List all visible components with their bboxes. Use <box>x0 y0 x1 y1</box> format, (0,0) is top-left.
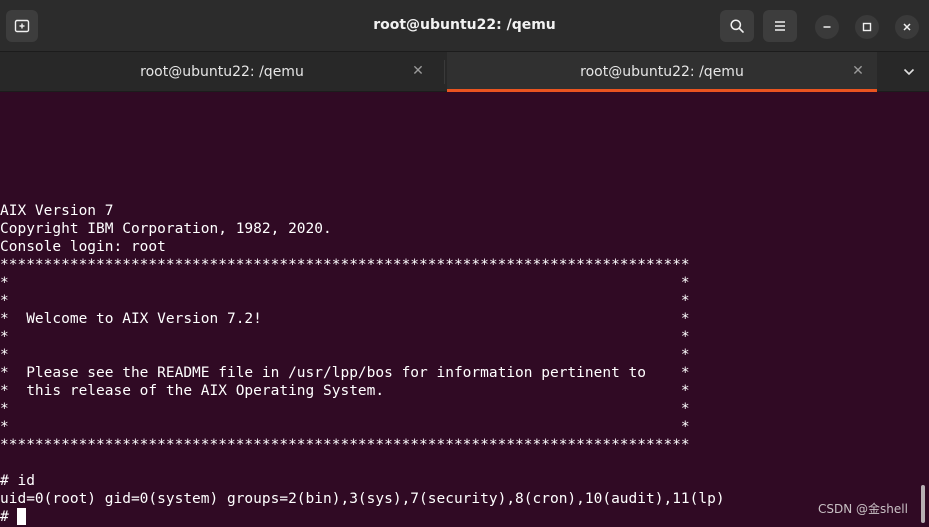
new-tab-button[interactable] <box>6 10 38 42</box>
tab-close-icon[interactable]: ✕ <box>849 62 867 80</box>
terminal-line: * Please see the README file in /usr/lpp… <box>0 365 690 381</box>
terminal-line: # <box>0 508 725 526</box>
minimize-icon <box>822 22 832 32</box>
tab-bar: root@ubuntu22: /qemu ✕ root@ubuntu22: /q… <box>0 52 929 92</box>
maximize-button[interactable] <box>855 15 879 39</box>
header-bar: root@ubuntu22: /qemu <box>0 0 929 52</box>
search-button[interactable] <box>720 10 754 42</box>
terminal-line: * * <box>0 293 690 309</box>
chevron-down-icon <box>903 68 915 76</box>
maximize-icon <box>862 22 872 32</box>
terminal-text: AIX Version 7 Copyright IBM Corporation, … <box>0 202 725 526</box>
tab-label: root@ubuntu22: /qemu <box>580 63 744 80</box>
menu-button[interactable] <box>763 10 797 42</box>
minimize-button[interactable] <box>815 15 839 39</box>
terminal-line: ****************************************… <box>0 257 690 273</box>
new-tab-icon <box>14 18 30 34</box>
watermark: CSDN @金shell <box>818 502 908 516</box>
terminal-line: Console login: root <box>0 239 166 255</box>
tab-label: root@ubuntu22: /qemu <box>140 63 304 80</box>
terminal-cursor <box>16 508 26 525</box>
terminal-line: * this release of the AIX Operating Syst… <box>0 383 690 399</box>
tab-terminal-1[interactable]: root@ubuntu22: /qemu ✕ <box>0 52 444 91</box>
close-window-button[interactable] <box>895 15 919 39</box>
tab-close-icon[interactable]: ✕ <box>409 62 427 80</box>
search-icon <box>729 18 745 34</box>
terminal-line: * * <box>0 329 690 345</box>
terminal-line: * * <box>0 401 690 417</box>
terminal-line: AIX Version 7 <box>0 203 114 219</box>
hamburger-menu-icon <box>772 18 788 34</box>
tab-list-button[interactable] <box>895 60 923 84</box>
tab-divider <box>444 60 445 84</box>
terminal-output[interactable]: AIX Version 7 Copyright IBM Corporation, … <box>0 93 916 527</box>
terminal-line: * Welcome to AIX Version 7.2! * <box>0 311 690 327</box>
terminal-line: * * <box>0 347 690 363</box>
scrollbar[interactable] <box>916 93 929 527</box>
terminal-line: # id <box>0 473 35 489</box>
terminal-line: * * <box>0 275 690 291</box>
scrollbar-thumb[interactable] <box>921 485 925 523</box>
close-icon <box>902 22 912 32</box>
terminal-line: uid=0(root) gid=0(system) groups=2(bin),… <box>0 491 725 507</box>
terminal-window: root@ubuntu22: /qemu root@ubuntu22: /qem… <box>0 0 929 527</box>
terminal-line: ****************************************… <box>0 437 690 453</box>
terminal-line: * * <box>0 419 690 435</box>
tab-terminal-2[interactable]: root@ubuntu22: /qemu ✕ <box>447 52 877 92</box>
terminal-line: Copyright IBM Corporation, 1982, 2020. <box>0 221 332 237</box>
active-tab-indicator <box>447 89 877 92</box>
